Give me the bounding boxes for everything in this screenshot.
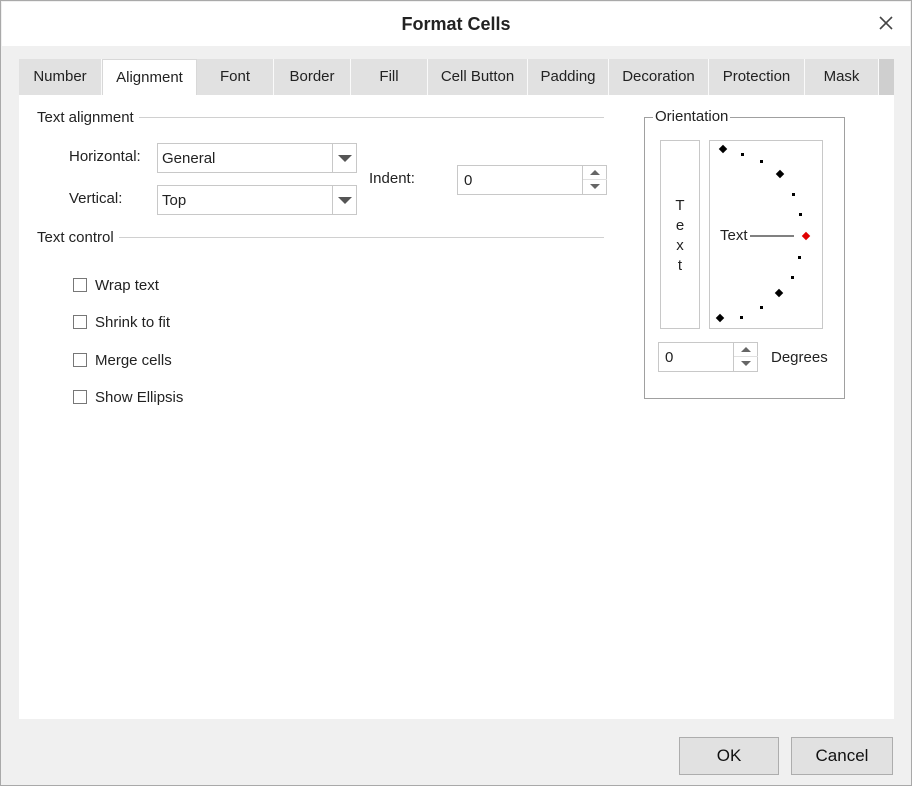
dial-tick-dot: [798, 256, 801, 259]
arrow-down-icon: [741, 361, 751, 366]
show-ellipsis-checkbox[interactable]: Show Ellipsis: [73, 389, 213, 409]
dial-tick-dot: [792, 193, 795, 196]
title-bar: Format Cells: [2, 2, 910, 46]
show-ellipsis-label: Show Ellipsis: [95, 389, 184, 406]
vertical-value: Top: [162, 192, 187, 209]
tab-number[interactable]: Number: [19, 59, 102, 95]
checkbox-box[interactable]: [73, 390, 87, 404]
arrow-up-icon: [741, 347, 751, 352]
merge-cells-label: Merge cells: [95, 352, 172, 369]
horizontal-value: General: [162, 150, 216, 167]
dial-tick-dot: [760, 160, 763, 163]
indent-label: Indent:: [369, 170, 415, 187]
tab-alignment[interactable]: Alignment: [102, 59, 197, 96]
shrink-to-fit-label: Shrink to fit: [95, 314, 171, 331]
dial-tick-diamond: [715, 313, 725, 323]
arrow-up-icon: [590, 170, 600, 175]
indent-increment-button[interactable]: [583, 166, 607, 180]
tab-padding[interactable]: Padding: [528, 59, 609, 95]
vertical-text-letter: T: [675, 197, 685, 214]
chevron-down-icon: [338, 197, 352, 204]
indent-stepper[interactable]: 0: [457, 165, 607, 195]
dialog-title: Format Cells: [401, 14, 511, 34]
tab-border[interactable]: Border: [274, 59, 351, 95]
checkbox-box[interactable]: [73, 278, 87, 292]
chevron-down-icon: [338, 155, 352, 162]
dial-marker-diamond: [801, 231, 811, 241]
dial-tick-dot: [741, 153, 744, 156]
orientation-title: Orientation: [653, 108, 731, 125]
text-alignment-title: Text alignment: [37, 109, 134, 126]
degrees-stepper[interactable]: 0: [658, 342, 758, 372]
dial-tick-dot: [760, 306, 763, 309]
tab-cell-button[interactable]: Cell Button: [428, 59, 528, 95]
indent-value: 0: [464, 172, 473, 189]
orientation-dial[interactable]: Text: [709, 140, 823, 329]
vertical-text-button[interactable]: T e x t: [660, 140, 700, 329]
tab-strip: Number Alignment Font Border Fill Cell B…: [19, 59, 894, 96]
dial-tick-diamond: [774, 288, 784, 298]
wrap-text-label: Wrap text: [95, 277, 159, 294]
vertical-text-letter: t: [677, 257, 683, 274]
tab-fill[interactable]: Fill: [351, 59, 428, 95]
indent-stepper-arrows: [582, 166, 607, 194]
dial-tick-dot: [740, 316, 743, 319]
degrees-label: Degrees: [771, 349, 828, 366]
merge-cells-checkbox[interactable]: Merge cells: [73, 352, 213, 372]
tab-mask[interactable]: Mask: [805, 59, 879, 95]
orientation-group: Orientation T e x t Text 0 Degrees: [644, 108, 845, 399]
dial-tick-diamond: [718, 144, 728, 154]
dial-tick-diamond: [775, 169, 785, 179]
close-icon: [879, 16, 893, 30]
vertical-dropdown[interactable]: Top: [157, 185, 357, 215]
ok-button[interactable]: OK: [679, 737, 779, 775]
dial-text-label: Text: [720, 227, 748, 244]
close-button[interactable]: [876, 13, 896, 33]
vertical-label: Vertical:: [69, 190, 123, 207]
format-cells-dialog: Format Cells Number Alignment Font Borde…: [0, 0, 912, 786]
checkbox-box[interactable]: [73, 315, 87, 329]
shrink-to-fit-checkbox[interactable]: Shrink to fit: [73, 314, 213, 334]
dial-tick-dot: [791, 276, 794, 279]
vertical-text-letter: e: [675, 217, 685, 234]
horizontal-dropdown[interactable]: General: [157, 143, 357, 173]
alignment-panel: Text alignment Horizontal: General Verti…: [19, 95, 894, 719]
horizontal-dropdown-button[interactable]: [332, 144, 356, 172]
horizontal-label: Horizontal:: [69, 148, 141, 165]
tab-protection[interactable]: Protection: [709, 59, 805, 95]
cancel-button[interactable]: Cancel: [791, 737, 893, 775]
text-control-divider: [119, 237, 604, 238]
tab-decoration[interactable]: Decoration: [609, 59, 709, 95]
wrap-text-checkbox[interactable]: Wrap text: [73, 277, 213, 297]
vertical-text-letter: x: [676, 237, 684, 254]
vertical-dropdown-button[interactable]: [332, 186, 356, 214]
degrees-value: 0: [665, 349, 674, 366]
arrow-down-icon: [590, 184, 600, 189]
tab-strip-scroll-edge: [879, 59, 894, 95]
degrees-increment-button[interactable]: [734, 343, 758, 357]
indent-decrement-button[interactable]: [583, 180, 607, 194]
text-alignment-divider: [139, 117, 604, 118]
dial-tick-dot: [799, 213, 802, 216]
degrees-stepper-arrows: [733, 343, 758, 371]
tab-font[interactable]: Font: [197, 59, 274, 95]
checkbox-box[interactable]: [73, 353, 87, 367]
degrees-decrement-button[interactable]: [734, 357, 758, 371]
text-control-title: Text control: [37, 229, 114, 246]
